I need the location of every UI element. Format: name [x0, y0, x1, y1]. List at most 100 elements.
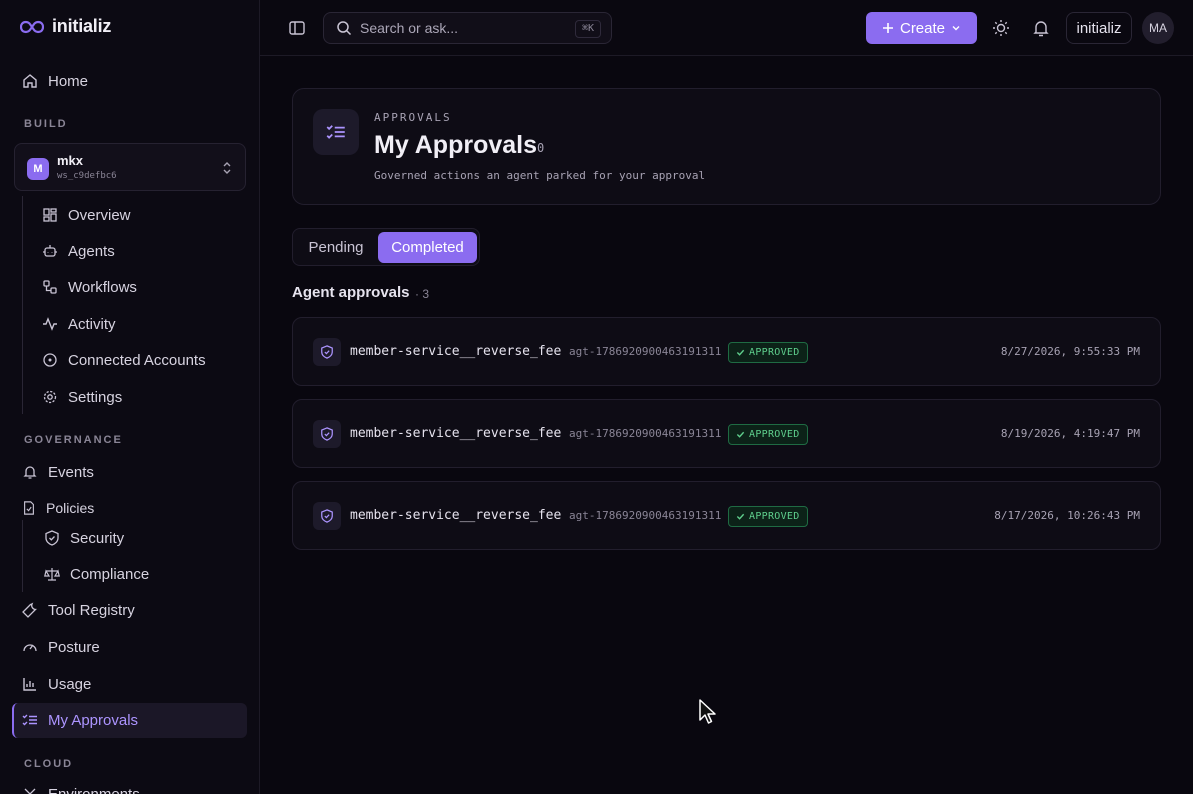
- workspace-name: mkx: [57, 153, 84, 168]
- sidebar-item-events[interactable]: Events: [22, 460, 94, 484]
- sidebar-item-label: Security: [70, 529, 125, 547]
- sidebar-item-security[interactable]: Security: [44, 526, 124, 550]
- search-shortcut: ⌘K: [574, 20, 601, 38]
- gear-icon: [43, 390, 57, 404]
- brand[interactable]: initializ: [20, 16, 111, 37]
- sidebar-item-label: Environments: [48, 785, 140, 794]
- page-title: My Approvals: [374, 131, 538, 159]
- action-name: member-service__reverse_fee: [350, 426, 562, 441]
- status-label: APPROVED: [749, 347, 800, 358]
- tree-line: [22, 520, 23, 592]
- sidebar-item-agents[interactable]: Agents: [42, 239, 115, 263]
- sidebar-item-workflows[interactable]: Workflows: [42, 275, 137, 299]
- sidebar-item-label: My Approvals: [48, 711, 139, 729]
- sidebar-item-policies[interactable]: Policies: [22, 496, 94, 520]
- file-check-icon: [24, 501, 34, 515]
- chevron-up-down-icon: [223, 162, 231, 174]
- chevron-down-icon: [952, 26, 960, 31]
- sidebar-item-label: Posture: [48, 638, 100, 656]
- check-icon: [736, 349, 745, 356]
- tab-pending[interactable]: Pending: [299, 232, 373, 263]
- approval-row[interactable]: member-service__reverse_fee agt-17869209…: [292, 399, 1161, 468]
- shield-check-icon: [321, 427, 333, 441]
- bar-chart-icon: [23, 678, 36, 691]
- workspace-switcher[interactable]: M mkx ws_c9defbc6: [14, 143, 246, 191]
- circle-dot-icon: [43, 353, 57, 367]
- status-badge: APPROVED: [728, 342, 808, 363]
- agent-id: agt-1786920900463191311: [569, 427, 722, 440]
- bell-icon: [23, 466, 37, 479]
- page-header: APPROVALS My Approvals 0 Governed action…: [292, 88, 1161, 205]
- sidebar-item-connected-accounts[interactable]: Connected Accounts: [42, 348, 206, 372]
- header-icon-box: [313, 109, 359, 155]
- shield-check-icon: [45, 530, 59, 546]
- sidebar-item-label: Overview: [68, 206, 131, 224]
- status-label: APPROVED: [749, 429, 800, 440]
- approval-row[interactable]: member-service__reverse_fee agt-17869209…: [292, 317, 1161, 386]
- sidebar-item-label: Agents: [68, 242, 115, 260]
- shield-check-icon: [321, 509, 333, 523]
- tab-completed[interactable]: Completed: [378, 232, 477, 263]
- tree-line: [22, 196, 23, 414]
- create-button[interactable]: Create: [866, 12, 977, 44]
- sidebar-item-label: Compliance: [70, 565, 150, 583]
- infinity-logo-icon: [20, 20, 44, 33]
- sidebar-toggle-icon[interactable]: [288, 19, 306, 37]
- agent-id: agt-1786920900463191311: [569, 509, 722, 522]
- list-count: · 3: [415, 287, 430, 301]
- user-avatar[interactable]: MA: [1142, 12, 1174, 44]
- search-input[interactable]: Search or ask... ⌘K: [323, 12, 612, 44]
- status-tabs: Pending Completed: [292, 228, 480, 266]
- dashboard-icon: [43, 208, 57, 222]
- create-label: Create: [899, 19, 946, 37]
- sidebar-item-label: Policies: [46, 500, 95, 516]
- plus-icon: [882, 23, 893, 33]
- sidebar-item-overview[interactable]: Overview: [42, 203, 131, 227]
- org-switcher-button[interactable]: initializ: [1066, 12, 1132, 44]
- approval-row[interactable]: member-service__reverse_fee agt-17869209…: [292, 481, 1161, 550]
- sidebar-item-settings[interactable]: Settings: [42, 385, 122, 409]
- sidebar-item-my-approvals[interactable]: My Approvals: [22, 708, 138, 732]
- page-subtitle: Governed actions an agent parked for you…: [374, 169, 706, 182]
- list-checks-icon: [22, 714, 37, 726]
- sidebar-item-label: Workflows: [68, 278, 137, 296]
- action-name: member-service__reverse_fee: [350, 508, 562, 523]
- gauge-icon: [23, 644, 37, 652]
- sidebar-item-posture[interactable]: Posture: [22, 635, 100, 659]
- sidebar-item-tool-registry[interactable]: Tool Registry: [22, 598, 135, 622]
- agent-id: agt-1786920900463191311: [569, 345, 722, 358]
- sidebar-item-usage[interactable]: Usage: [22, 672, 91, 696]
- pending-count: 0: [537, 141, 545, 155]
- sidebar-item-home[interactable]: Home: [22, 69, 88, 93]
- search-icon: [337, 21, 352, 36]
- check-icon: [736, 513, 745, 520]
- bot-icon: [43, 245, 57, 257]
- shield-check-icon: [321, 345, 333, 359]
- sidebar-item-environments[interactable]: Environments: [22, 782, 140, 794]
- scale-icon: [44, 568, 60, 581]
- action-name: member-service__reverse_fee: [350, 344, 562, 359]
- status-label: APPROVED: [749, 511, 800, 522]
- timestamp: 8/19/2026, 4:19:47 PM: [1000, 427, 1140, 440]
- workspace-id: ws_c9defbc6: [57, 171, 117, 181]
- section-label-build: BUILD: [24, 118, 68, 130]
- sidebar-item-label: Events: [48, 463, 94, 481]
- timestamp: 8/17/2026, 10:26:43 PM: [994, 509, 1140, 522]
- workspace-avatar: M: [27, 158, 49, 180]
- workflow-icon: [43, 280, 57, 294]
- sidebar-item-label: Home: [48, 72, 89, 90]
- section-label-governance: GOVERNANCE: [24, 434, 123, 446]
- row-icon-box: [313, 502, 341, 530]
- sidebar-item-label: Settings: [68, 388, 123, 406]
- environment-icon: [24, 788, 36, 794]
- sidebar: initializ Home BUILD M mkx ws_c9defbc6 O…: [0, 0, 260, 794]
- sidebar-item-label: Tool Registry: [48, 601, 135, 619]
- bell-icon[interactable]: [1031, 18, 1051, 38]
- check-icon: [736, 431, 745, 438]
- sun-icon[interactable]: [991, 18, 1011, 38]
- sidebar-item-compliance[interactable]: Compliance: [44, 562, 149, 586]
- list-title: Agent approvals: [292, 284, 410, 301]
- row-icon-box: [313, 338, 341, 366]
- section-label-cloud: CLOUD: [24, 758, 74, 770]
- sidebar-item-activity[interactable]: Activity: [42, 312, 116, 336]
